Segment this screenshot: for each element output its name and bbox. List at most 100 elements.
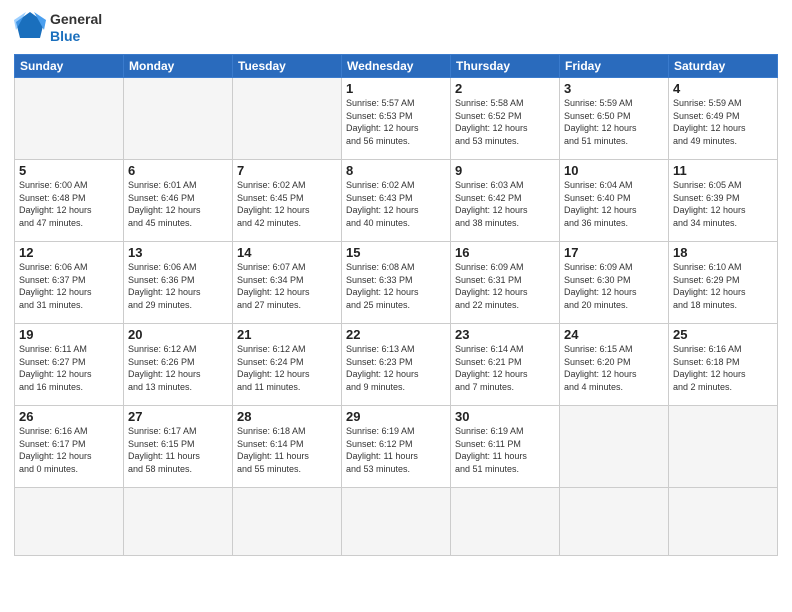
calendar-cell [669, 488, 778, 556]
calendar-row-2: 5Sunrise: 6:00 AMSunset: 6:48 PMDaylight… [15, 160, 778, 242]
day-info: Sunrise: 6:09 AMSunset: 6:30 PMDaylight:… [564, 261, 664, 311]
day-info: Sunrise: 5:57 AMSunset: 6:53 PMDaylight:… [346, 97, 446, 147]
logo: General Blue [14, 10, 102, 46]
calendar-cell: 20Sunrise: 6:12 AMSunset: 6:26 PMDayligh… [124, 324, 233, 406]
logo-blue: Blue [50, 28, 102, 45]
day-info: Sunrise: 5:58 AMSunset: 6:52 PMDaylight:… [455, 97, 555, 147]
day-info: Sunrise: 6:17 AMSunset: 6:15 PMDaylight:… [128, 425, 228, 475]
day-number: 3 [564, 81, 664, 96]
day-number: 7 [237, 163, 337, 178]
day-number: 1 [346, 81, 446, 96]
day-info: Sunrise: 6:00 AMSunset: 6:48 PMDaylight:… [19, 179, 119, 229]
day-info: Sunrise: 6:16 AMSunset: 6:17 PMDaylight:… [19, 425, 119, 475]
day-number: 6 [128, 163, 228, 178]
day-info: Sunrise: 5:59 AMSunset: 6:50 PMDaylight:… [564, 97, 664, 147]
page: General Blue SundayMondayTuesdayWednesda… [0, 0, 792, 612]
calendar-cell: 3Sunrise: 5:59 AMSunset: 6:50 PMDaylight… [560, 78, 669, 160]
day-number: 19 [19, 327, 119, 342]
calendar-row-3: 12Sunrise: 6:06 AMSunset: 6:37 PMDayligh… [15, 242, 778, 324]
day-info: Sunrise: 6:10 AMSunset: 6:29 PMDaylight:… [673, 261, 773, 311]
day-info: Sunrise: 6:06 AMSunset: 6:37 PMDaylight:… [19, 261, 119, 311]
day-number: 23 [455, 327, 555, 342]
weekday-header-monday: Monday [124, 55, 233, 78]
day-info: Sunrise: 6:18 AMSunset: 6:14 PMDaylight:… [237, 425, 337, 475]
day-number: 15 [346, 245, 446, 260]
calendar-cell: 23Sunrise: 6:14 AMSunset: 6:21 PMDayligh… [451, 324, 560, 406]
day-info: Sunrise: 6:19 AMSunset: 6:11 PMDaylight:… [455, 425, 555, 475]
day-info: Sunrise: 6:16 AMSunset: 6:18 PMDaylight:… [673, 343, 773, 393]
calendar-cell: 22Sunrise: 6:13 AMSunset: 6:23 PMDayligh… [342, 324, 451, 406]
day-number: 20 [128, 327, 228, 342]
calendar-cell: 10Sunrise: 6:04 AMSunset: 6:40 PMDayligh… [560, 160, 669, 242]
calendar-cell: 26Sunrise: 6:16 AMSunset: 6:17 PMDayligh… [15, 406, 124, 488]
day-number: 24 [564, 327, 664, 342]
calendar-cell: 16Sunrise: 6:09 AMSunset: 6:31 PMDayligh… [451, 242, 560, 324]
day-number: 21 [237, 327, 337, 342]
calendar-cell: 2Sunrise: 5:58 AMSunset: 6:52 PMDaylight… [451, 78, 560, 160]
day-info: Sunrise: 6:12 AMSunset: 6:24 PMDaylight:… [237, 343, 337, 393]
calendar-cell: 8Sunrise: 6:02 AMSunset: 6:43 PMDaylight… [342, 160, 451, 242]
day-info: Sunrise: 5:59 AMSunset: 6:49 PMDaylight:… [673, 97, 773, 147]
calendar: SundayMondayTuesdayWednesdayThursdayFrid… [14, 54, 778, 556]
day-number: 11 [673, 163, 773, 178]
calendar-cell: 30Sunrise: 6:19 AMSunset: 6:11 PMDayligh… [451, 406, 560, 488]
day-number: 25 [673, 327, 773, 342]
day-number: 29 [346, 409, 446, 424]
day-number: 28 [237, 409, 337, 424]
calendar-row-1: 1Sunrise: 5:57 AMSunset: 6:53 PMDaylight… [15, 78, 778, 160]
day-number: 18 [673, 245, 773, 260]
calendar-row-5: 26Sunrise: 6:16 AMSunset: 6:17 PMDayligh… [15, 406, 778, 488]
day-info: Sunrise: 6:02 AMSunset: 6:43 PMDaylight:… [346, 179, 446, 229]
calendar-cell: 28Sunrise: 6:18 AMSunset: 6:14 PMDayligh… [233, 406, 342, 488]
day-info: Sunrise: 6:12 AMSunset: 6:26 PMDaylight:… [128, 343, 228, 393]
calendar-cell: 21Sunrise: 6:12 AMSunset: 6:24 PMDayligh… [233, 324, 342, 406]
calendar-cell: 27Sunrise: 6:17 AMSunset: 6:15 PMDayligh… [124, 406, 233, 488]
calendar-cell [15, 78, 124, 160]
calendar-cell [15, 488, 124, 556]
calendar-cell: 5Sunrise: 6:00 AMSunset: 6:48 PMDaylight… [15, 160, 124, 242]
weekday-header-sunday: Sunday [15, 55, 124, 78]
day-number: 30 [455, 409, 555, 424]
weekday-header-wednesday: Wednesday [342, 55, 451, 78]
day-info: Sunrise: 6:06 AMSunset: 6:36 PMDaylight:… [128, 261, 228, 311]
calendar-cell: 7Sunrise: 6:02 AMSunset: 6:45 PMDaylight… [233, 160, 342, 242]
calendar-cell [560, 406, 669, 488]
calendar-cell: 25Sunrise: 6:16 AMSunset: 6:18 PMDayligh… [669, 324, 778, 406]
weekday-header-friday: Friday [560, 55, 669, 78]
day-info: Sunrise: 6:04 AMSunset: 6:40 PMDaylight:… [564, 179, 664, 229]
calendar-cell [124, 78, 233, 160]
calendar-cell [124, 488, 233, 556]
day-info: Sunrise: 6:02 AMSunset: 6:45 PMDaylight:… [237, 179, 337, 229]
weekday-header-thursday: Thursday [451, 55, 560, 78]
day-number: 9 [455, 163, 555, 178]
day-number: 8 [346, 163, 446, 178]
calendar-cell: 19Sunrise: 6:11 AMSunset: 6:27 PMDayligh… [15, 324, 124, 406]
calendar-cell: 24Sunrise: 6:15 AMSunset: 6:20 PMDayligh… [560, 324, 669, 406]
day-info: Sunrise: 6:07 AMSunset: 6:34 PMDaylight:… [237, 261, 337, 311]
calendar-cell: 9Sunrise: 6:03 AMSunset: 6:42 PMDaylight… [451, 160, 560, 242]
day-number: 10 [564, 163, 664, 178]
logo-bird-icon [14, 10, 46, 46]
weekday-header-row: SundayMondayTuesdayWednesdayThursdayFrid… [15, 55, 778, 78]
day-number: 4 [673, 81, 773, 96]
day-number: 16 [455, 245, 555, 260]
calendar-cell [233, 488, 342, 556]
header: General Blue [14, 10, 778, 46]
day-info: Sunrise: 6:08 AMSunset: 6:33 PMDaylight:… [346, 261, 446, 311]
day-info: Sunrise: 6:03 AMSunset: 6:42 PMDaylight:… [455, 179, 555, 229]
calendar-row-6 [15, 488, 778, 556]
calendar-cell [451, 488, 560, 556]
calendar-cell: 11Sunrise: 6:05 AMSunset: 6:39 PMDayligh… [669, 160, 778, 242]
day-info: Sunrise: 6:01 AMSunset: 6:46 PMDaylight:… [128, 179, 228, 229]
calendar-cell [342, 488, 451, 556]
day-info: Sunrise: 6:14 AMSunset: 6:21 PMDaylight:… [455, 343, 555, 393]
day-info: Sunrise: 6:11 AMSunset: 6:27 PMDaylight:… [19, 343, 119, 393]
day-number: 2 [455, 81, 555, 96]
calendar-row-4: 19Sunrise: 6:11 AMSunset: 6:27 PMDayligh… [15, 324, 778, 406]
day-number: 27 [128, 409, 228, 424]
day-number: 17 [564, 245, 664, 260]
calendar-cell [233, 78, 342, 160]
weekday-header-tuesday: Tuesday [233, 55, 342, 78]
calendar-cell: 12Sunrise: 6:06 AMSunset: 6:37 PMDayligh… [15, 242, 124, 324]
calendar-cell [560, 488, 669, 556]
